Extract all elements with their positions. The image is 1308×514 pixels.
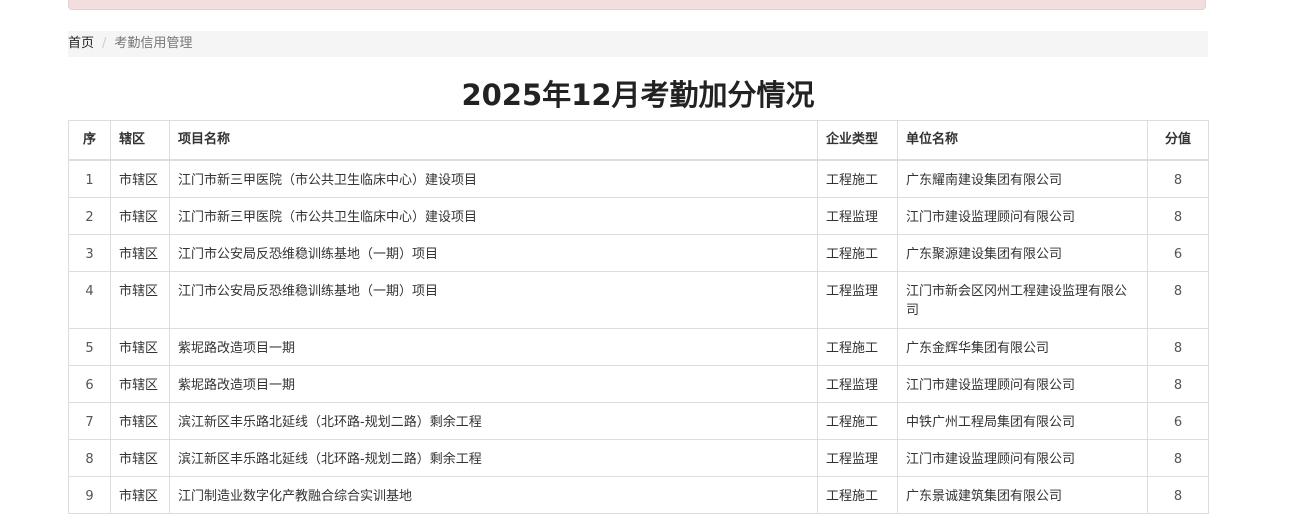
table-row: 9 市辖区 江门制造业数字化产教融合综合实训基地 工程施工 广东景诚建筑集团有限… xyxy=(68,476,1209,514)
table-row: 5 市辖区 紫坭路改造项目一期 工程施工 广东金辉华集团有限公司 8 xyxy=(68,328,1209,366)
cell-company: 广东聚源建设集团有限公司 xyxy=(897,234,1148,272)
cell-seq: 6 xyxy=(68,365,111,403)
table-row: 4 市辖区 江门市公安局反恐维稳训练基地（一期）项目 工程监理 江门市新会区冈州… xyxy=(68,271,1209,329)
cell-project: 江门市新三甲医院（市公共卫生临床中心）建设项目 xyxy=(169,197,818,235)
cell-seq: 7 xyxy=(68,402,111,440)
cell-project: 滨江新区丰乐路北延线（北环路-规划二路）剩余工程 xyxy=(169,439,818,477)
column-header-type: 企业类型 xyxy=(817,120,898,161)
cell-company: 广东景诚建筑集团有限公司 xyxy=(897,476,1148,514)
alert-banner xyxy=(68,0,1206,10)
table-row: 1 市辖区 江门市新三甲医院（市公共卫生临床中心）建设项目 工程施工 广东耀南建… xyxy=(68,159,1209,198)
cell-district: 市辖区 xyxy=(110,476,170,514)
cell-project: 紫坭路改造项目一期 xyxy=(169,328,818,366)
table-row: 3 市辖区 江门市公安局反恐维稳训练基地（一期）项目 工程施工 广东聚源建设集团… xyxy=(68,234,1209,272)
cell-seq: 5 xyxy=(68,328,111,366)
cell-district: 市辖区 xyxy=(110,271,170,329)
cell-type: 工程施工 xyxy=(817,402,898,440)
cell-score: 6 xyxy=(1147,234,1209,272)
cell-type: 工程监理 xyxy=(817,365,898,403)
cell-district: 市辖区 xyxy=(110,234,170,272)
column-header-score: 分值 xyxy=(1147,120,1209,161)
cell-type: 工程施工 xyxy=(817,159,898,198)
cell-type: 工程施工 xyxy=(817,328,898,366)
cell-company: 中铁广州工程局集团有限公司 xyxy=(897,402,1148,440)
cell-project: 紫坭路改造项目一期 xyxy=(169,365,818,403)
cell-project: 江门市公安局反恐维稳训练基地（一期）项目 xyxy=(169,271,818,329)
cell-seq: 3 xyxy=(68,234,111,272)
cell-score: 8 xyxy=(1147,271,1209,329)
table-row: 2 市辖区 江门市新三甲医院（市公共卫生临床中心）建设项目 工程监理 江门市建设… xyxy=(68,197,1209,235)
cell-seq: 8 xyxy=(68,439,111,477)
cell-company: 江门市建设监理顾问有限公司 xyxy=(897,197,1148,235)
table-row: 6 市辖区 紫坭路改造项目一期 工程监理 江门市建设监理顾问有限公司 8 xyxy=(68,365,1209,403)
cell-score: 8 xyxy=(1147,365,1209,403)
cell-company: 广东耀南建设集团有限公司 xyxy=(897,159,1148,198)
table-header-row: 序 辖区 项目名称 企业类型 单位名称 分值 xyxy=(68,120,1209,161)
cell-company: 广东金辉华集团有限公司 xyxy=(897,328,1148,366)
cell-type: 工程监理 xyxy=(817,197,898,235)
cell-seq: 4 xyxy=(68,271,111,329)
cell-type: 工程监理 xyxy=(817,439,898,477)
cell-company: 江门市建设监理顾问有限公司 xyxy=(897,365,1148,403)
cell-type: 工程监理 xyxy=(817,271,898,329)
table-row: 7 市辖区 滨江新区丰乐路北延线（北环路-规划二路）剩余工程 工程施工 中铁广州… xyxy=(68,402,1209,440)
cell-district: 市辖区 xyxy=(110,402,170,440)
breadcrumb-current: 考勤信用管理 xyxy=(114,36,193,51)
cell-district: 市辖区 xyxy=(110,197,170,235)
breadcrumb-separator: / xyxy=(102,36,107,51)
cell-score: 8 xyxy=(1147,159,1209,198)
cell-company: 江门市建设监理顾问有限公司 xyxy=(897,439,1148,477)
cell-seq: 9 xyxy=(68,476,111,514)
cell-district: 市辖区 xyxy=(110,439,170,477)
cell-project: 滨江新区丰乐路北延线（北环路-规划二路）剩余工程 xyxy=(169,402,818,440)
cell-project: 江门市新三甲医院（市公共卫生临床中心）建设项目 xyxy=(169,159,818,198)
cell-district: 市辖区 xyxy=(110,365,170,403)
cell-seq: 1 xyxy=(68,159,111,198)
column-header-seq: 序 xyxy=(68,120,111,161)
page-title: 2025年12月考勤加分情况 xyxy=(461,78,815,112)
cell-company: 江门市新会区冈州工程建设监理有限公司 xyxy=(897,271,1148,329)
attendance-score-table: 序 辖区 项目名称 企业类型 单位名称 分值 1 市辖区 江门市新三甲医院（市公… xyxy=(68,120,1209,514)
cell-score: 6 xyxy=(1147,402,1209,440)
cell-score: 8 xyxy=(1147,197,1209,235)
breadcrumb: 首页 / 考勤信用管理 xyxy=(68,31,1208,57)
table-row: 8 市辖区 滨江新区丰乐路北延线（北环路-规划二路）剩余工程 工程监理 江门市建… xyxy=(68,439,1209,477)
column-header-district: 辖区 xyxy=(110,120,170,161)
breadcrumb-home-link[interactable]: 首页 xyxy=(68,31,94,57)
cell-score: 8 xyxy=(1147,328,1209,366)
cell-type: 工程施工 xyxy=(817,234,898,272)
cell-seq: 2 xyxy=(68,197,111,235)
cell-district: 市辖区 xyxy=(110,159,170,198)
cell-project: 江门制造业数字化产教融合综合实训基地 xyxy=(169,476,818,514)
cell-score: 8 xyxy=(1147,439,1209,477)
column-header-company: 单位名称 xyxy=(897,120,1148,161)
cell-score: 8 xyxy=(1147,476,1209,514)
cell-type: 工程施工 xyxy=(817,476,898,514)
column-header-project: 项目名称 xyxy=(169,120,818,161)
cell-project: 江门市公安局反恐维稳训练基地（一期）项目 xyxy=(169,234,818,272)
cell-district: 市辖区 xyxy=(110,328,170,366)
